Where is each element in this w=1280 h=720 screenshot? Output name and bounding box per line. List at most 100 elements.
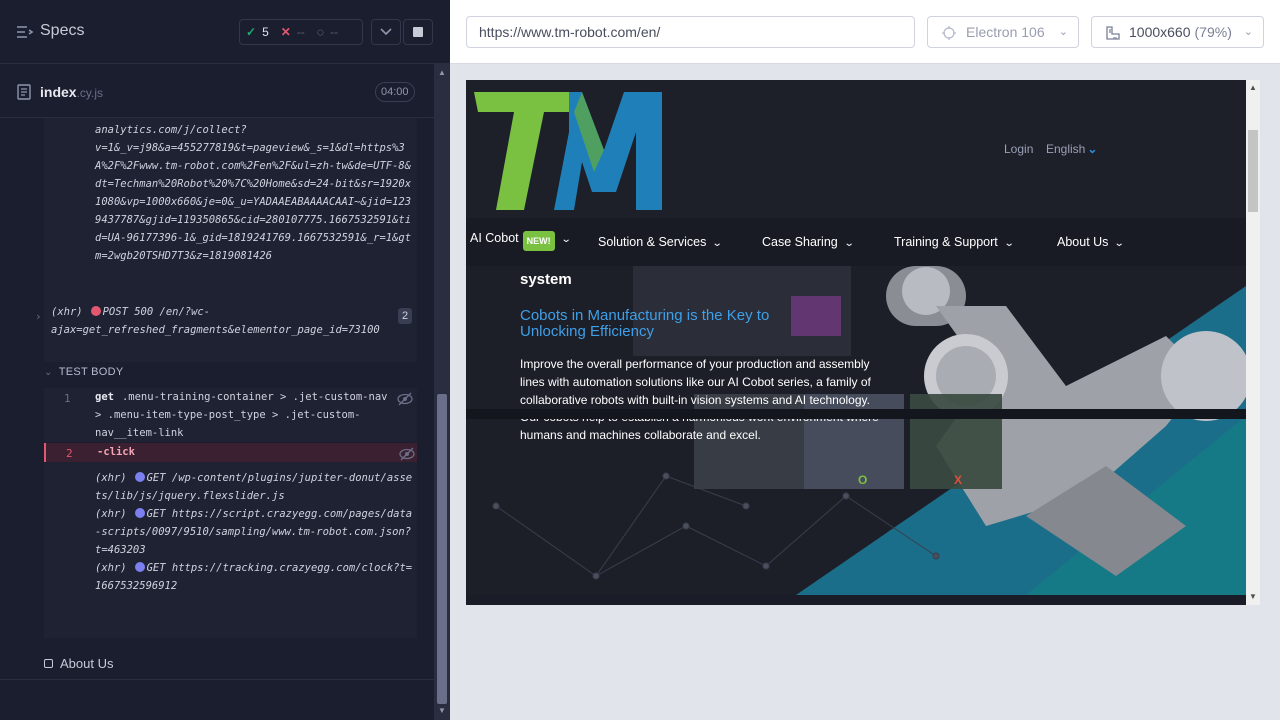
command-text: get .menu-training-container > .jet-custo… xyxy=(95,388,395,442)
test-body-header[interactable]: ⌄ TEST BODY xyxy=(44,366,124,378)
scroll-up-icon[interactable]: ▲ xyxy=(438,68,446,77)
spec-file-base: index xyxy=(40,84,77,100)
browser-selector[interactable]: Electron 106 ⌄ xyxy=(927,16,1079,48)
pending-count: -- xyxy=(329,25,338,39)
nav-label: About Us xyxy=(1057,235,1109,249)
check-icon: ✓ xyxy=(246,25,257,39)
xhr-get-block: (xhr) GET /wp-content/plugins/jupiter-don… xyxy=(44,462,417,638)
stat-pending: ◌ -- xyxy=(311,25,344,39)
login-link[interactable]: Login xyxy=(1004,142,1033,156)
scroll-down-icon[interactable]: ▼ xyxy=(438,706,446,715)
chevron-down-icon: ⌄ xyxy=(843,238,855,249)
stat-failed: ✕ -- xyxy=(275,25,311,39)
browser-name: Electron 106 xyxy=(966,24,1045,40)
test-stats: ✓ 5 ✕ -- ◌ -- xyxy=(239,19,363,45)
analytics-request-text: analytics.com/j/collect? v=1&_v=j98&a=45… xyxy=(95,124,412,262)
chevron-down-icon: ⌄ xyxy=(1114,238,1126,249)
nav-solution-services[interactable]: Solution & Services ⌄ xyxy=(598,235,724,249)
passed-count: 5 xyxy=(262,25,269,39)
chevron-down-icon: ⌄ xyxy=(1058,26,1068,38)
nav-ai-cobot[interactable]: AI Cobot NEW! ⌄ xyxy=(470,231,572,251)
aut-scrollbar[interactable]: ▲ ▼ xyxy=(1246,80,1260,605)
suite-icon xyxy=(44,659,53,668)
stop-icon xyxy=(413,27,423,37)
aut-iframe: Login English ⌄ AI Cobot NEW! ⌄ Solution & … xyxy=(466,80,1246,605)
status-dot-red-icon xyxy=(90,306,101,316)
scrollbar-thumb[interactable] xyxy=(1248,130,1258,212)
site-header: Login English ⌄ xyxy=(466,80,1246,218)
chevron-down-icon: ⌄ xyxy=(712,238,724,249)
xhr-prefix: (xhr) xyxy=(95,508,127,520)
site-nav: AI Cobot NEW! ⌄ Solution & Services ⌄ Case … xyxy=(466,218,1246,266)
aut-panel: https://www.tm-robot.com/en/ Electron 10… xyxy=(450,0,1280,720)
viewport-scale: (79%) xyxy=(1194,24,1232,40)
scrollbar-thumb[interactable] xyxy=(437,394,447,704)
xhr-get-entry[interactable]: (xhr) GET /wp-content/plugins/jupiter-don… xyxy=(95,469,415,505)
command-message: .menu-training-container > .jet-custom-n… xyxy=(95,391,388,439)
viewport-selector[interactable]: 1000x660 (79%) ⌄ xyxy=(1091,16,1264,48)
suite-about-us[interactable]: About Us xyxy=(44,656,113,671)
command-number: 1 xyxy=(64,392,71,405)
spec-file-row: index.cy.js 04:00 xyxy=(0,64,434,118)
eye-slash-icon[interactable] xyxy=(397,392,413,406)
divider xyxy=(0,679,434,680)
status-dot-blue-icon xyxy=(134,562,145,572)
cypress-runner: Specs ✓ 5 ✕ -- ◌ -- index.cy.js 04:00 an… xyxy=(0,0,1280,720)
failed-count: -- xyxy=(296,25,305,39)
language-selector[interactable]: English ⌄ xyxy=(1046,142,1097,156)
hero-title: ——system xyxy=(520,266,572,288)
nav-label: AI Cobot xyxy=(470,231,519,245)
nav-about-us[interactable]: About Us ⌄ xyxy=(1057,235,1126,249)
specs-list-icon[interactable] xyxy=(16,24,34,40)
nav-case-sharing[interactable]: Case Sharing ⌄ xyxy=(762,235,855,249)
reporter-header: Specs ✓ 5 ✕ -- ◌ -- xyxy=(0,0,450,64)
command-name: -click xyxy=(97,446,135,458)
chevron-down-icon xyxy=(380,28,392,36)
status-dot-blue-icon xyxy=(134,472,145,482)
reporter-scrollbar[interactable]: ▲ ▼ xyxy=(434,64,450,720)
status-dot-blue-icon xyxy=(134,508,145,518)
nav-label: Training & Support xyxy=(894,235,998,249)
spec-file-name[interactable]: index.cy.js xyxy=(40,84,103,100)
chevron-down-icon: ⌄ xyxy=(1003,238,1015,249)
reporter-panel: Specs ✓ 5 ✕ -- ◌ -- index.cy.js 04:00 an… xyxy=(0,0,450,720)
stop-button[interactable] xyxy=(403,19,433,45)
test-body-label: TEST BODY xyxy=(58,366,124,378)
scroll-down-icon[interactable]: ▼ xyxy=(1249,592,1257,601)
chevron-down-icon: ⌄ xyxy=(1087,142,1098,156)
xhr-prefix: (xhr) xyxy=(51,306,83,318)
svg-text:X: X xyxy=(954,473,962,487)
tm-logo[interactable] xyxy=(474,92,664,210)
collapse-all-button[interactable] xyxy=(371,19,401,45)
xhr-post-entry[interactable]: (xhr) POST 500 /en/?wc-ajax=get_refreshed… xyxy=(51,303,380,339)
chevron-down-icon: ⌄ xyxy=(44,367,53,378)
eye-slash-icon[interactable] xyxy=(399,447,415,461)
nav-training-support[interactable]: Training & Support ⌄ xyxy=(894,235,1015,249)
pending-icon: ◌ xyxy=(316,25,324,39)
xhr-prefix: (xhr) xyxy=(95,562,127,574)
xhr-count-badge: 2 xyxy=(398,308,412,324)
chevron-down-icon: ⌄ xyxy=(560,234,572,245)
chevron-right-icon[interactable]: › xyxy=(35,308,42,326)
suite-label: About Us xyxy=(60,656,114,671)
xhr-prefix: (xhr) xyxy=(95,472,127,484)
document-icon xyxy=(17,84,31,100)
xhr-get-entry[interactable]: (xhr) GET https://script.crazyegg.com/pag… xyxy=(95,505,415,559)
aut-header: https://www.tm-robot.com/en/ Electron 10… xyxy=(450,0,1280,64)
hero-subtitle[interactable]: Cobots in Manufacturing is the Key to Un… xyxy=(520,308,820,340)
scroll-up-icon[interactable]: ▲ xyxy=(1249,83,1257,92)
nav-label: Case Sharing xyxy=(762,235,838,249)
x-icon: ✕ xyxy=(280,25,291,39)
ruler-icon xyxy=(1106,26,1120,40)
xhr-get-entry[interactable]: (xhr) GET https://tracking.crazyegg.com/c… xyxy=(95,559,415,595)
command-name: get xyxy=(95,391,114,403)
svg-text:O: O xyxy=(858,473,867,487)
chevron-down-icon: ⌄ xyxy=(1243,26,1253,38)
specs-label[interactable]: Specs xyxy=(40,22,84,40)
hero-banner: O X ——system Cobots in Manufacturing is … xyxy=(466,266,1246,595)
xhr-get-list: (xhr) GET /wp-content/plugins/jupiter-don… xyxy=(95,469,415,595)
viewport-size: 1000x660 xyxy=(1129,24,1191,40)
command-get[interactable]: 1 get .menu-training-container > .jet-cus… xyxy=(44,388,417,442)
new-badge: NEW! xyxy=(522,231,555,251)
url-field[interactable]: https://www.tm-robot.com/en/ xyxy=(466,16,915,48)
